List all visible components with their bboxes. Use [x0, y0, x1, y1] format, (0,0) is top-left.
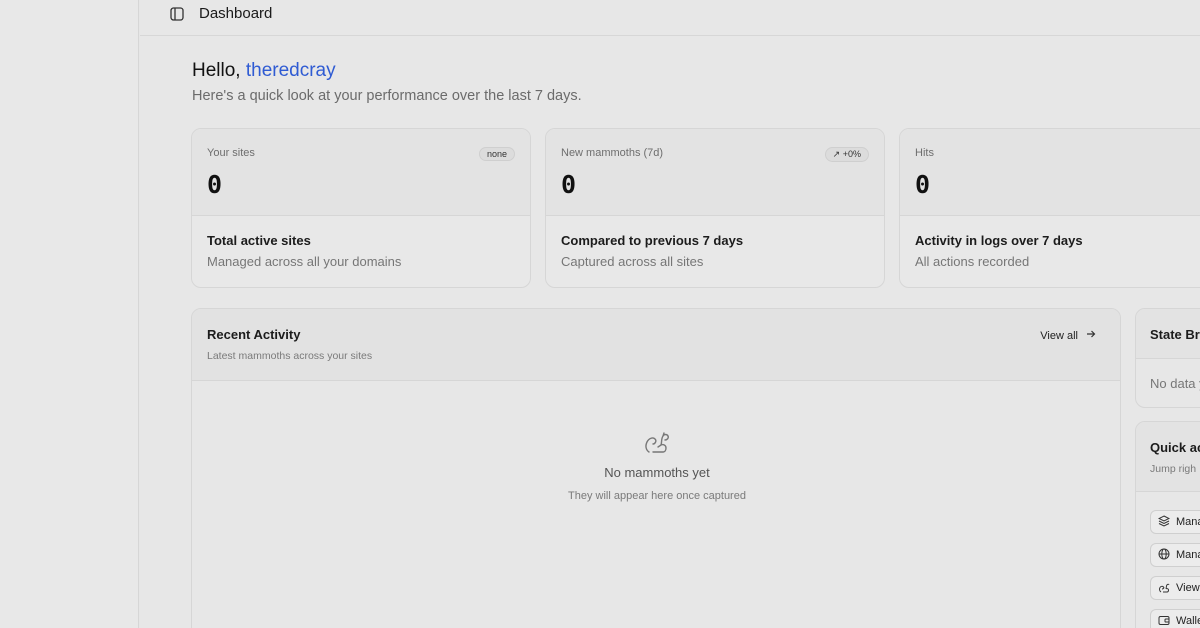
quick-action-label: Mana: [1176, 549, 1200, 561]
quick-action-view[interactable]: View: [1150, 576, 1200, 600]
quick-action-label: Mana: [1176, 516, 1200, 528]
empty-state-title: No mammoths yet: [604, 465, 710, 480]
main-content: Dashboard Hello, theredcray Here's a qui…: [140, 0, 1200, 628]
squirrel-icon: [1158, 581, 1170, 596]
stat-card-sites: Your sites none 0 Total active sites Man…: [191, 128, 531, 288]
quick-action-label: View: [1176, 582, 1200, 594]
layers-icon: [1157, 514, 1171, 530]
quick-actions-panel: Quick ac Jump righ Mana Mana View Walle: [1135, 421, 1200, 628]
wallet-icon: [1158, 614, 1170, 628]
empty-state-subtitle: They will appear here once captured: [568, 490, 746, 502]
username-link[interactable]: theredcray: [246, 60, 336, 81]
panel-title: State Bre: [1150, 327, 1200, 342]
sidebar: [0, 0, 139, 628]
quick-action-wallet[interactable]: Walle: [1150, 609, 1200, 628]
stat-foot-sub: Managed across all your domains: [207, 254, 402, 269]
stat-label: Hits: [915, 147, 934, 159]
panel-title: Quick ac: [1150, 440, 1200, 455]
trend-up-icon: ↗: [832, 149, 841, 159]
panel-subtitle: Jump righ: [1150, 463, 1197, 475]
state-breakdown-panel: State Bre No data y: [1135, 308, 1200, 408]
panel-title: Recent Activity: [207, 327, 301, 342]
stat-foot-title: Activity in logs over 7 days: [915, 233, 1083, 248]
empty-state-text: No data y: [1150, 376, 1200, 391]
stat-foot-sub: All actions recorded: [915, 254, 1030, 269]
stat-value: 0: [915, 170, 931, 199]
greeting-subtitle: Here's a quick look at your performance …: [192, 88, 582, 104]
view-all-label: View all: [1040, 329, 1078, 342]
quick-action-manage-sites[interactable]: Mana: [1150, 510, 1200, 534]
greeting-prefix: Hello,: [192, 60, 246, 81]
stat-badge: none: [478, 147, 515, 161]
stat-foot-sub: Captured across all sites: [561, 254, 704, 269]
arrow-right-icon: [1086, 329, 1096, 342]
recent-activity-panel: Recent Activity Latest mammoths across y…: [191, 308, 1121, 628]
stat-foot-title: Total active sites: [207, 233, 311, 248]
greeting: Hello, theredcray: [192, 60, 336, 82]
stat-value: 0: [207, 170, 223, 199]
stat-foot-title: Compared to previous 7 days: [561, 233, 744, 248]
stat-card-hits: Hits ↗ + 0 Activity in logs over 7 days …: [899, 128, 1200, 288]
stat-card-mammoths: New mammoths (7d) ↗ +0% 0 Compared to pr…: [545, 128, 885, 288]
sidebar-toggle-icon[interactable]: [169, 6, 185, 22]
stat-label: New mammoths (7d): [561, 147, 664, 159]
quick-action-label: Walle: [1176, 615, 1200, 627]
page-title: Dashboard: [199, 5, 273, 22]
stat-badge-value: +0%: [842, 149, 861, 159]
squirrel-icon: [641, 426, 671, 456]
stat-label: Your sites: [207, 147, 255, 159]
globe-icon: [1158, 548, 1170, 563]
stat-value: 0: [561, 170, 577, 199]
panel-subtitle: Latest mammoths across your sites: [207, 350, 373, 362]
quick-action-manage-domains[interactable]: Mana: [1150, 543, 1200, 567]
view-all-link[interactable]: View all: [1040, 329, 1096, 342]
topbar: Dashboard: [140, 0, 1200, 36]
stat-badge: ↗ +0%: [824, 147, 869, 162]
